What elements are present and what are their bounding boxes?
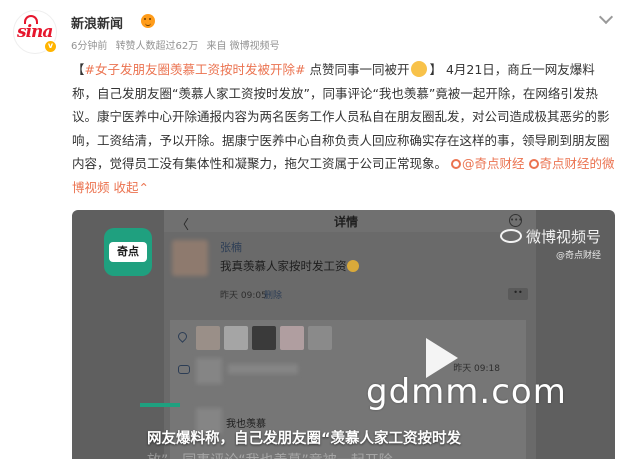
options-icon: •• bbox=[508, 288, 528, 300]
like-avatar bbox=[224, 326, 248, 350]
post-title-rest: 点赞同事一同被开 bbox=[305, 62, 410, 77]
mention-link[interactable]: @奇点财经 bbox=[462, 156, 525, 171]
hashtag-link[interactable]: #女子发朋友圈羡慕工资按时发被开除# bbox=[85, 62, 306, 77]
bracket-close: 】 bbox=[429, 62, 442, 77]
weibo-video-watermark: 微博视频号 bbox=[499, 226, 601, 247]
like-avatar bbox=[280, 326, 304, 350]
channel-logo-text: 奇点 bbox=[109, 242, 147, 262]
detail-title: 详情 bbox=[334, 215, 359, 229]
watermark-brand: 微博视频号 bbox=[525, 228, 601, 246]
collapse-link[interactable]: 收起 bbox=[114, 180, 139, 195]
video-player[interactable]: 奇点 〈 详情 ••• 张楠 我真羡慕人家按时发工资 昨天 09:05 删除 •… bbox=[72, 210, 615, 459]
post-text: 【#女子发朋友圈羡慕工资按时发被开除# 点赞同事一同被开 】 4月21日，商丘一网… bbox=[72, 58, 617, 199]
post-body: 4月21日，商丘一网友爆料称，自己发朋友圈“羡慕人家工资按时发放”，同事评论“我… bbox=[72, 62, 610, 171]
grin-emoji-icon bbox=[346, 260, 359, 272]
phone-screenshot: 〈 详情 ••• 张楠 我真羡慕人家按时发工资 昨天 09:05 删除 •• 昨… bbox=[164, 210, 536, 459]
caption-accent bbox=[140, 403, 180, 407]
chevron-down-icon[interactable] bbox=[598, 9, 614, 25]
channel-logo: 奇点 bbox=[104, 228, 152, 276]
verified-icon: v bbox=[44, 40, 57, 53]
video-pin-icon bbox=[528, 159, 539, 169]
collapse-arrow-icon[interactable]: ⌃ bbox=[139, 180, 149, 195]
heart-icon bbox=[176, 330, 189, 343]
like-avatar bbox=[308, 326, 332, 350]
comment-text: 我真羡慕人家按时发工资 bbox=[220, 258, 359, 274]
back-icon: 〈 bbox=[176, 218, 190, 233]
blurred-avatar bbox=[172, 240, 208, 276]
post-time[interactable]: 6分钟前 bbox=[71, 41, 107, 52]
author-name[interactable]: 新浪新闻 bbox=[71, 13, 123, 32]
comment-author: 张楠 bbox=[220, 241, 242, 254]
video-caption-faded: 放”，同事评论“我也羡慕”竟被一起开除 bbox=[147, 450, 393, 459]
like-avatar bbox=[252, 326, 276, 350]
emoji-icon bbox=[411, 61, 428, 77]
like-avatar bbox=[196, 326, 220, 350]
comment-time: 昨天 09:05 bbox=[220, 291, 267, 301]
video-caption: 网友爆料称，自己发朋友圈“羡慕人家工资按时发 bbox=[147, 431, 462, 447]
phone-topbar: 〈 详情 ••• bbox=[164, 210, 536, 233]
sina-logo: sina bbox=[17, 22, 53, 42]
blurred-avatar bbox=[196, 358, 222, 384]
weibo-eye-icon bbox=[499, 229, 522, 243]
comment-delete: 删除 bbox=[264, 291, 283, 301]
repost-count: 转赞人数超过62万 bbox=[115, 41, 199, 52]
watermark-sub: @奇点财经 bbox=[555, 251, 601, 261]
post-header: sina v 新浪新闻 6分钟前 转赞人数超过62万 来自 微博视频号 bbox=[13, 9, 625, 54]
location-pin-icon bbox=[451, 159, 461, 169]
site-watermark: gdmm.com bbox=[366, 372, 567, 412]
post-source[interactable]: 来自 微博视频号 bbox=[206, 41, 279, 52]
comment-text-content: 我真羡慕人家按时发工资 bbox=[220, 259, 347, 273]
smile-badge-icon bbox=[141, 14, 155, 28]
comment-icon bbox=[178, 365, 190, 374]
bracket-open: 【 bbox=[72, 62, 85, 77]
blurred-text bbox=[228, 364, 298, 374]
post-meta: 6分钟前 转赞人数超过62万 来自 微博视频号 bbox=[71, 37, 285, 52]
